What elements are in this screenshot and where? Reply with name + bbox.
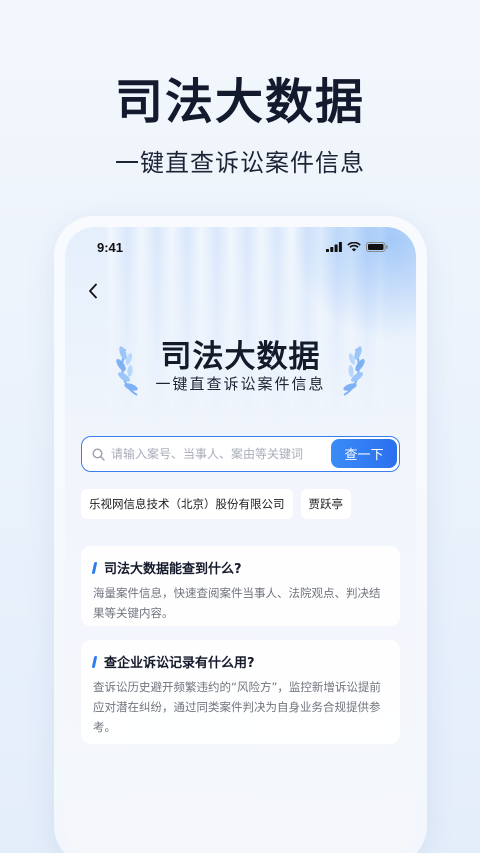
status-icons	[326, 242, 388, 252]
faq-card: 查企业诉讼记录有什么用? 查诉讼历史避开频繁违约的“风险方”，监控新增诉讼提前应…	[81, 640, 400, 744]
faq-question: 查企业诉讼记录有什么用?	[91, 652, 388, 671]
faq-question: 司法大数据能查到什么?	[91, 558, 388, 577]
phone-frame: 9:41 司法大数据 一键直查诉讼案件信息 请输入案号、当事人、案由等关键词 查…	[54, 216, 427, 853]
battery-icon	[366, 242, 388, 252]
promo-title: 司法大数据	[114, 74, 365, 130]
app-screen: 9:41 司法大数据 一键直查诉讼案件信息 请输入案号、当事人、案由等关键词 查…	[65, 227, 416, 853]
status-time: 9:41	[97, 239, 124, 255]
faq-card: 司法大数据能查到什么? 海量案件信息，快速查阅案件当事人、法院观点、判决结果等关…	[81, 546, 400, 626]
accent-bar	[91, 655, 98, 668]
search-button[interactable]: 查一下	[331, 439, 397, 468]
signal-icon	[326, 242, 342, 252]
search-icon	[92, 447, 105, 461]
faq-answer: 查诉讼历史避开频繁违约的“风险方”，监控新增诉讼提前应对潜在纠纷，通过同类案件判…	[93, 680, 381, 734]
accent-bar	[91, 561, 98, 574]
laurel-right-icon	[343, 346, 365, 396]
faq-answer: 海量案件信息，快速查阅案件当事人、法院观点、判决结果等关键内容。	[93, 586, 381, 620]
suggestion-chip[interactable]: 贾跃亭	[300, 489, 351, 519]
faq-question-text: 查企业诉讼记录有什么用?	[104, 656, 255, 671]
faq-question-text: 司法大数据能查到什么?	[104, 562, 242, 577]
suggestion-chip[interactable]: 乐视网信息技术（北京）股份有限公司	[81, 489, 293, 519]
status-bar: 9:41	[65, 227, 416, 267]
hero-banner: 司法大数据 一键直查诉讼案件信息	[65, 331, 416, 401]
suggestion-chips: 乐视网信息技术（北京）股份有限公司 贾跃亭	[81, 489, 351, 519]
search-box[interactable]: 查一下	[81, 436, 400, 472]
chevron-left-icon	[89, 283, 97, 299]
promo-subtitle: 一键直查诉讼案件信息	[115, 149, 365, 177]
wifi-icon	[347, 242, 361, 252]
back-button[interactable]	[81, 279, 105, 303]
